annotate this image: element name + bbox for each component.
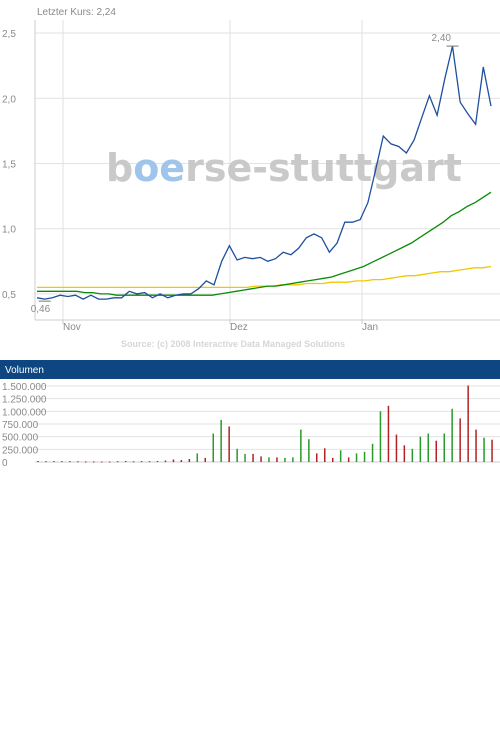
volume-bar bbox=[443, 433, 445, 462]
price-y-tick-label: 1,0 bbox=[2, 225, 16, 236]
price-y-tick-label: 2,0 bbox=[2, 94, 16, 105]
volume-bar bbox=[332, 457, 334, 462]
volume-bar bbox=[268, 457, 270, 462]
volume-bar bbox=[363, 451, 366, 462]
volume-bar bbox=[379, 411, 382, 462]
volume-bar bbox=[132, 461, 135, 463]
volume-y-tick-label: 1.000.000 bbox=[2, 407, 47, 418]
volume-title: Volumen bbox=[5, 365, 44, 376]
volume-bar bbox=[475, 429, 477, 462]
high-annotation: 2,40 bbox=[432, 33, 452, 44]
volume-grid bbox=[35, 385, 500, 463]
volume-bar bbox=[483, 437, 485, 462]
volume-bar bbox=[188, 459, 191, 462]
volume-y-tick-label: 750.000 bbox=[2, 420, 39, 431]
volume-bar bbox=[435, 440, 437, 462]
low-annotation: 0,46 bbox=[31, 304, 51, 315]
volume-bar bbox=[459, 418, 461, 462]
volume-y-tick-labels: 0 250.000500.000 750.000 1.000.0001.250.000… bbox=[2, 382, 47, 469]
volume-bar bbox=[324, 448, 326, 462]
volume-bar bbox=[347, 457, 350, 462]
volume-bar bbox=[204, 457, 206, 462]
volume-title-bar bbox=[0, 360, 500, 379]
volume-bar bbox=[236, 448, 238, 462]
volume-bar bbox=[196, 453, 198, 462]
volume-y-tick-label: 500.000 bbox=[2, 433, 39, 444]
volume-bar bbox=[292, 457, 294, 462]
volume-bar bbox=[371, 443, 374, 462]
volume-bar bbox=[252, 453, 254, 462]
volume-bar bbox=[69, 461, 71, 463]
price-x-tick-label: Jan bbox=[362, 322, 378, 333]
last-price-label: Letzter Kurs: 2,24 bbox=[37, 7, 116, 18]
volume-bar bbox=[300, 429, 302, 462]
volume-bar bbox=[37, 461, 39, 462]
source-text: Source: (c) 2008 Interactive Data Manage… bbox=[121, 339, 345, 349]
volume-bar bbox=[451, 408, 453, 462]
price-chart: boerse-stuttgart 0,5 1,0 1,5 2,0 2,5 Nov Dez J… bbox=[2, 20, 500, 333]
volume-y-tick-label: 0 bbox=[2, 458, 8, 469]
volume-bar bbox=[124, 461, 127, 462]
volume-bar bbox=[180, 460, 183, 462]
volume-bar bbox=[411, 448, 414, 462]
volume-bar bbox=[148, 461, 151, 463]
volume-bar bbox=[101, 461, 103, 463]
volume-bar bbox=[395, 434, 398, 462]
volume-bar bbox=[220, 419, 222, 462]
volume-bar bbox=[427, 433, 429, 462]
volume-y-tick-label: 250.000 bbox=[2, 445, 39, 456]
price-y-tick-label: 1,5 bbox=[2, 159, 16, 170]
volume-bar bbox=[339, 450, 342, 462]
volume-bar bbox=[164, 460, 167, 462]
volume-bar bbox=[308, 439, 310, 462]
volume-bar bbox=[467, 385, 469, 462]
volume-bar bbox=[403, 445, 406, 462]
price-y-tick-label: 0,5 bbox=[2, 290, 16, 301]
price-y-tick-label: 2,5 bbox=[2, 29, 16, 40]
volume-bar bbox=[260, 456, 262, 462]
volume-bar bbox=[284, 457, 286, 462]
volume-bar bbox=[140, 461, 143, 463]
price-x-tick-label: Nov bbox=[63, 322, 81, 333]
volume-bar bbox=[61, 461, 63, 463]
volume-bar bbox=[77, 461, 79, 463]
volume-bar bbox=[116, 461, 119, 463]
volume-bar bbox=[276, 457, 278, 462]
volume-bar bbox=[355, 453, 358, 462]
chart-canvas: Letzter Kurs: 2,24 boerse-stuttgart 0,5 1… bbox=[0, 7, 500, 469]
watermark: boerse-stuttgart bbox=[106, 146, 462, 190]
volume-bar bbox=[228, 426, 230, 462]
volume-bar bbox=[491, 439, 493, 462]
price-x-tick-label: Dez bbox=[230, 322, 248, 333]
volume-bar bbox=[212, 433, 214, 462]
volume-bar bbox=[45, 461, 47, 463]
volume-bar bbox=[93, 461, 95, 463]
volume-bar bbox=[156, 461, 159, 462]
volume-y-tick-label: 1.500.000 bbox=[2, 382, 47, 393]
volume-bar bbox=[172, 459, 175, 462]
price-x-tick-labels: Nov Dez Jan bbox=[63, 322, 378, 333]
volume-chart: 0 250.000500.000 750.000 1.000.0001.250.000… bbox=[2, 382, 500, 469]
price-y-tick-labels: 0,5 1,0 1,5 2,0 2,5 bbox=[2, 29, 16, 301]
volume-bar bbox=[387, 405, 390, 462]
volume-bar bbox=[53, 461, 55, 463]
volume-bar bbox=[244, 453, 246, 462]
volume-bar bbox=[316, 453, 318, 462]
volume-y-tick-label: 1.250.000 bbox=[2, 395, 47, 406]
volume-bar bbox=[419, 436, 422, 462]
volume-bar bbox=[85, 461, 87, 463]
volume-bar bbox=[108, 461, 111, 463]
